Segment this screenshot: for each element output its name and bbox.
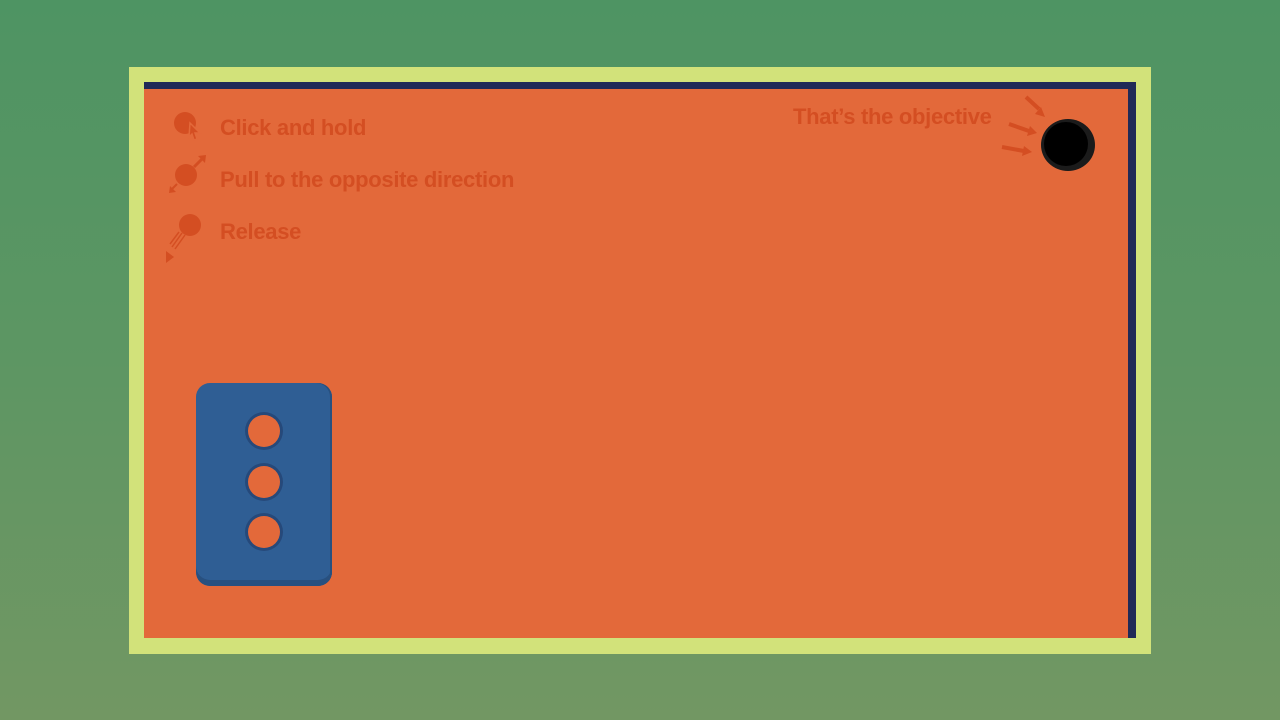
click-hold-icon — [174, 112, 202, 141]
balls-remaining-tray — [196, 383, 332, 586]
game-frame: Click and hold Pull to the opposite dire… — [129, 67, 1151, 654]
release-icon — [166, 214, 201, 263]
instruction-step-1: Click and hold — [220, 115, 367, 140]
ball-icon — [245, 513, 283, 551]
instruction-step-2: Pull to the opposite direction — [220, 167, 515, 192]
pull-icon — [169, 155, 206, 193]
target-hole-icon — [1041, 119, 1095, 171]
ball-icon — [245, 463, 283, 501]
instruction-step-3: Release — [220, 219, 302, 244]
play-field[interactable]: Click and hold Pull to the opposite dire… — [144, 89, 1128, 638]
objective-label: That’s the objective — [793, 104, 992, 129]
ball-icon — [245, 412, 283, 450]
game-board: Click and hold Pull to the opposite dire… — [144, 82, 1136, 638]
